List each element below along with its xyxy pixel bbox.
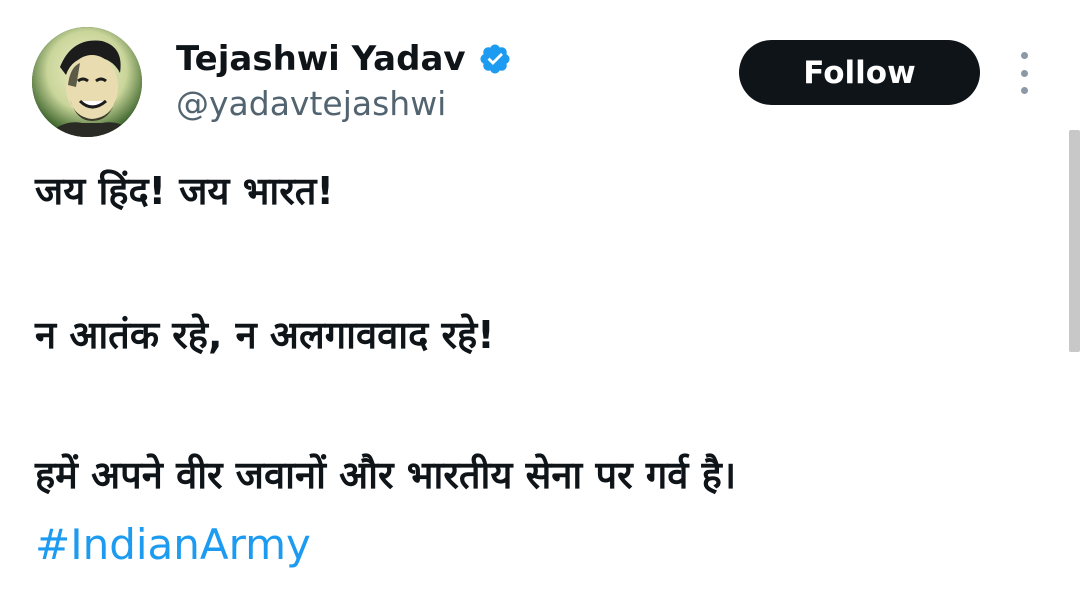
author-display-name[interactable]: Tejashwi Yadav bbox=[176, 39, 466, 79]
tweet-text-line: जय हिंद! जय भारत! bbox=[35, 169, 334, 213]
verified-badge-icon bbox=[480, 44, 510, 74]
dot bbox=[1020, 52, 1028, 59]
profile-photo-icon bbox=[32, 27, 142, 137]
dot bbox=[1020, 87, 1028, 94]
author-handle[interactable]: @yadavtejashwi bbox=[176, 84, 446, 123]
tweet-text-line: हमें अपने वीर जवानों और भारतीय सेना पर ग… bbox=[35, 453, 737, 497]
scrollbar[interactable] bbox=[1069, 130, 1080, 352]
hashtag-link[interactable]: #IndianArmy bbox=[35, 524, 311, 566]
tweet-card: Tejashwi Yadav @yadavtejashwi Follow जय … bbox=[0, 0, 1080, 608]
more-options-icon[interactable] bbox=[1010, 52, 1038, 94]
dot bbox=[1020, 69, 1028, 77]
avatar[interactable] bbox=[32, 27, 142, 137]
tweet-text-line: न आतंक रहे, न अलगाववाद रहे! bbox=[35, 313, 495, 357]
follow-button[interactable]: Follow bbox=[739, 40, 980, 105]
author-name-row: Tejashwi Yadav bbox=[176, 36, 512, 82]
